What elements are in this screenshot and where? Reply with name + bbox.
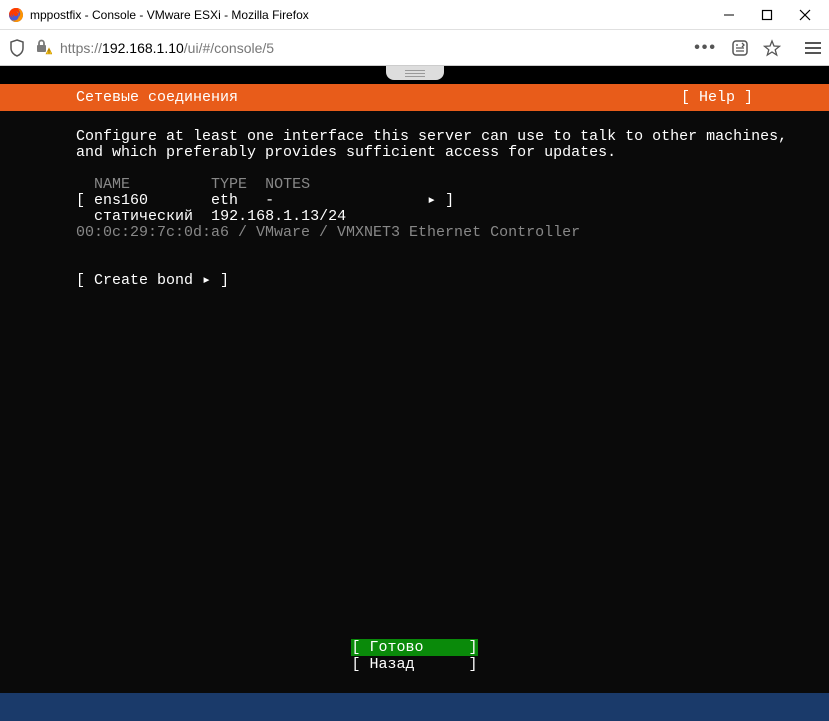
close-button[interactable]: [795, 5, 815, 25]
more-actions-icon[interactable]: •••: [694, 39, 717, 57]
description-line1: Configure at least one interface this se…: [76, 129, 811, 145]
table-header: NAME TYPE NOTES: [76, 176, 310, 193]
window-title: mppostfix - Console - VMware ESXi - Mozi…: [30, 8, 309, 22]
url-display[interactable]: https://192.168.1.10/ui/#/console/5: [60, 40, 686, 56]
address-bar-actions: •••: [694, 39, 821, 57]
interface-row[interactable]: [ ens160 eth - ▸ ]: [76, 192, 454, 209]
interface-table: NAME TYPE NOTES [ ens160 eth - ▸ ] стати…: [76, 177, 811, 241]
create-bond-button[interactable]: [ Create bond ▸ ]: [76, 273, 811, 289]
url-protocol: https://: [60, 40, 102, 56]
address-bar: https://192.168.1.10/ui/#/console/5 •••: [0, 30, 829, 66]
hamburger-menu-icon[interactable]: [805, 42, 821, 54]
description-text: Configure at least one interface this se…: [76, 129, 811, 161]
reader-icon[interactable]: [731, 39, 749, 57]
console-bottom-bar: [0, 693, 829, 721]
window-controls: [719, 5, 821, 25]
console-drag-handle[interactable]: [386, 66, 444, 80]
bookmark-star-icon[interactable]: [763, 39, 781, 57]
titlebar-left: mppostfix - Console - VMware ESXi - Mozi…: [8, 7, 309, 23]
terminal-area[interactable]: Configure at least one interface this se…: [0, 111, 829, 677]
shield-icon[interactable]: [8, 39, 26, 57]
lock-warning-icon[interactable]: [34, 37, 52, 58]
vmware-console: Сетевые соединения [ Help ] Configure at…: [0, 66, 829, 721]
ready-button[interactable]: [ Готово ]: [351, 639, 477, 656]
url-path: /ui/#/console/5: [184, 40, 274, 56]
minimize-button[interactable]: [719, 5, 739, 25]
back-button[interactable]: [ Назад ]: [351, 656, 477, 673]
help-button[interactable]: [ Help ]: [681, 89, 753, 106]
console-title: Сетевые соединения: [76, 89, 238, 106]
console-header-bar: Сетевые соединения [ Help ]: [0, 84, 829, 111]
url-host: 192.168.1.10: [102, 40, 184, 56]
firefox-icon: [8, 7, 24, 23]
interface-static-line: статический 192.168.1.13/24: [76, 208, 346, 225]
description-line2: and which preferably provides sufficient…: [76, 145, 811, 161]
interface-mac-line: 00:0c:29:7c:0d:a6 / VMware / VMXNET3 Eth…: [76, 224, 580, 241]
bottom-button-group: [ Готово ] [ Назад ]: [0, 639, 829, 673]
maximize-button[interactable]: [757, 5, 777, 25]
window-titlebar: mppostfix - Console - VMware ESXi - Mozi…: [0, 0, 829, 30]
console-top-bar: [0, 66, 829, 84]
